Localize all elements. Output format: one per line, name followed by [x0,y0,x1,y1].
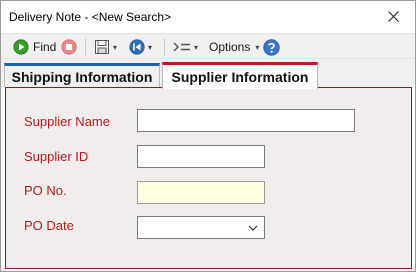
play-icon [13,39,29,55]
options-label: Options [209,40,251,54]
tab-strip: Shipping Information Supplier Informatio… [1,59,415,89]
window-title: Delivery Note - <New Search> [9,10,172,24]
find-label: Find [33,40,57,54]
chevron-down-icon: ▾ [113,42,118,52]
supplier-name-input[interactable] [137,109,355,132]
po-number-input[interactable] [137,181,265,204]
first-record-icon [129,39,145,55]
supplier-name-label: Supplier Name [24,114,110,129]
stop-icon [61,39,77,55]
tab-shipping-information[interactable]: Shipping Information [4,63,160,87]
po-number-label: PO No. [24,183,67,198]
po-date-dropdown[interactable] [137,216,265,239]
navigate-button[interactable]: ▾ [129,37,152,57]
chevron-down-icon: ▾ [194,42,199,52]
options-button[interactable]: Options ▾ [209,37,259,57]
close-button[interactable] [371,1,415,32]
help-button[interactable] [263,37,280,57]
chevron-down-icon [248,225,258,231]
stop-button[interactable] [61,37,77,57]
find-button[interactable]: Find [13,37,56,57]
help-icon [263,38,280,56]
supplier-id-label: Supplier ID [24,149,89,164]
delivery-note-window: Delivery Note - <New Search> Find ▾ ▾ ▾ … [0,0,416,272]
toolbar-separator [85,38,86,56]
chevron-down-icon: ▾ [255,42,260,52]
supplier-information-panel: Supplier Name Supplier ID PO No. PO Date [5,87,412,269]
save-button[interactable]: ▾ [94,37,117,57]
tab-supplier-information[interactable]: Supplier Information [162,62,318,89]
po-date-label: PO Date [24,218,74,233]
chevron-down-icon: ▾ [148,42,153,52]
indent-icon [173,42,190,52]
toolbar-separator [164,38,165,56]
save-icon [95,40,109,54]
indent-button[interactable]: ▾ [173,37,198,57]
toolbar: Find ▾ ▾ ▾ Options ▾ [1,33,415,59]
title-bar: Delivery Note - <New Search> [1,1,415,32]
supplier-id-input[interactable] [137,145,265,168]
close-icon [387,11,399,22]
